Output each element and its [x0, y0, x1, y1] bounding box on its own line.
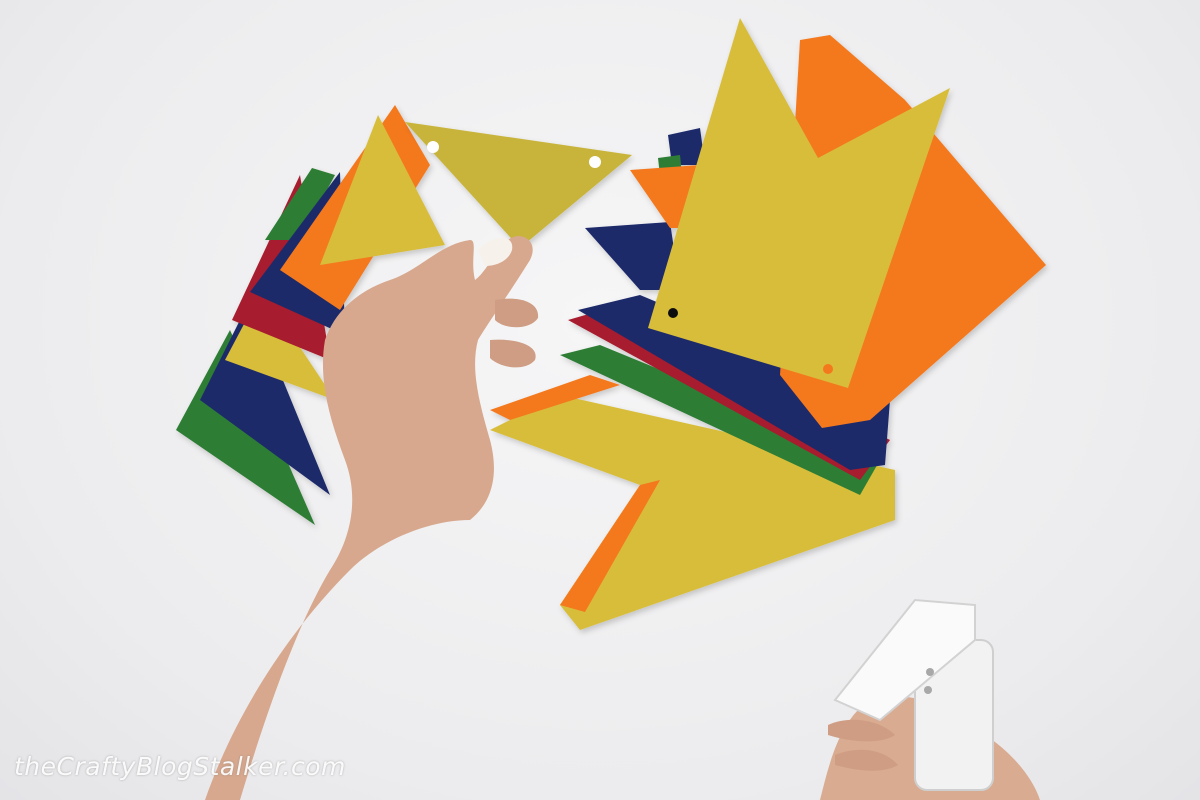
hole-punch-icon [820, 598, 1040, 800]
photo-scene: theCraftyBlogStalker.com [0, 0, 1200, 800]
watermark-text: theCraftyBlogStalker.com [14, 752, 346, 781]
right-pennant-stack [490, 18, 1046, 630]
bunting-craft-photo [176, 18, 1046, 800]
